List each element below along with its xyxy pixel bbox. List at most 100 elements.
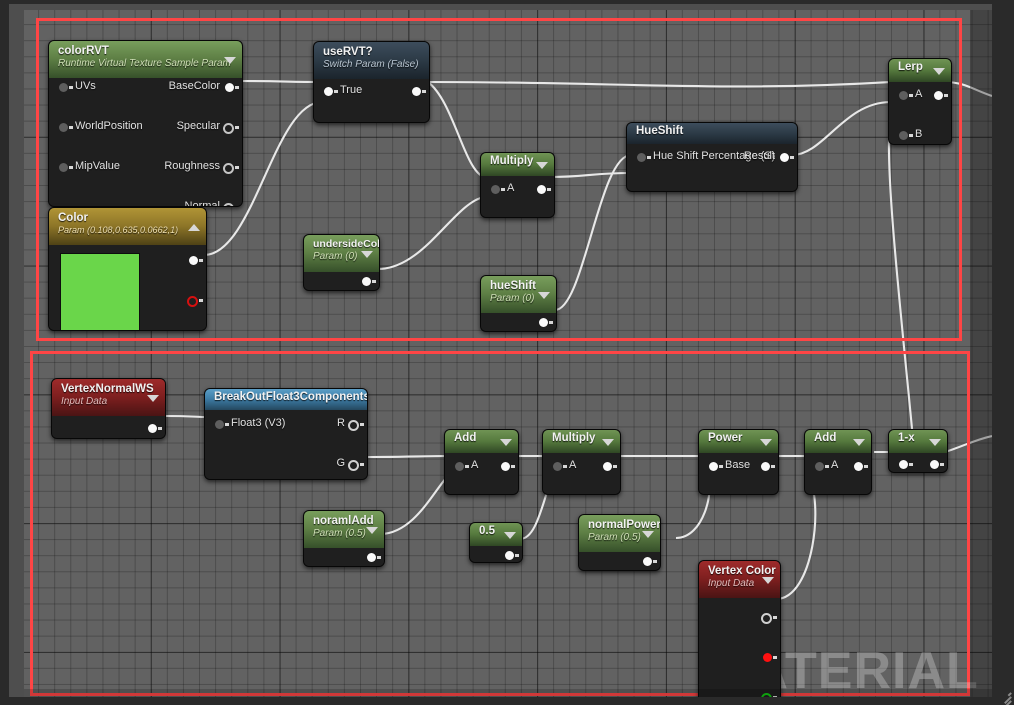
output-pin-basecolor[interactable] [225,83,234,92]
output-pin[interactable] [537,185,546,194]
output-pin[interactable] [761,462,770,471]
output-pin[interactable] [643,557,652,566]
node-color-param[interactable]: Color Param (0.108,0.635,0.0662,1) [48,207,207,331]
node-header[interactable]: normalPower Param (0.5) [579,515,660,552]
node-colorrvt[interactable]: colorRVT Runtime Virtual Texture Sample … [48,40,243,207]
chevron-down-icon[interactable] [366,527,378,534]
pin-nub [199,299,203,302]
input-pin-a[interactable] [553,462,562,471]
chevron-down-icon[interactable] [361,251,373,258]
node-uservt[interactable]: useRVT? Switch Param (False) True False [313,41,430,123]
chevron-down-icon[interactable] [538,292,550,299]
chevron-down-icon[interactable] [602,439,614,446]
output-pin[interactable] [603,462,612,471]
chevron-down-icon[interactable] [536,162,548,169]
node-header[interactable]: hueShift Param (0) [481,276,556,313]
chevron-down-icon[interactable] [760,439,772,446]
node-header[interactable]: Color Param (0.108,0.635,0.0662,1) [49,208,206,245]
node-header[interactable]: 1-x [889,430,947,453]
chevron-up-icon[interactable] [188,224,200,231]
node-multiply-bottom[interactable]: Multiply A B [542,429,621,495]
input-pin-hueshiftpercentage[interactable] [637,153,646,162]
output-pin[interactable] [505,551,514,560]
node-const-half[interactable]: 0.5 [469,522,523,563]
node-header[interactable]: Vertex Color Input Data [699,561,780,598]
input-pin-b[interactable] [899,131,908,140]
node-body [49,245,206,331]
node-noramladd[interactable]: noramlAdd Param (0.5) [303,510,385,567]
output-pin-g[interactable] [348,460,359,471]
node-add-1[interactable]: Add A B [444,429,519,495]
output-pin[interactable] [854,462,863,471]
input-label: UVs [75,80,96,92]
node-header[interactable]: undersideColor Param (0) [304,235,379,272]
node-row: G [205,455,367,475]
output-pin[interactable] [501,462,510,471]
output-pin-result[interactable] [780,153,789,162]
output-pin-r[interactable] [348,420,359,431]
output-pin[interactable] [539,318,548,327]
node-header[interactable]: useRVT? Switch Param (False) [314,42,429,79]
node-multiply-top[interactable]: Multiply A B [480,152,555,218]
input-pin-a[interactable] [455,462,464,471]
input-pin-a[interactable] [491,185,500,194]
chevron-down-icon[interactable] [500,439,512,446]
output-pin[interactable] [930,460,939,469]
node-lerp[interactable]: Lerp A B Alpha [888,58,952,145]
node-header[interactable]: Multiply [543,430,620,453]
output-pin-rgb[interactable] [761,613,772,624]
input-pin-float3[interactable] [215,420,224,429]
input-pin-a[interactable] [899,91,908,100]
graph-canvas[interactable]: MATERIAL colorRVT Runtime Virtual Textur… [24,10,992,697]
node-breakoutfloat3components[interactable]: BreakOutFloat3Components Float3 (V3) R G [204,388,368,480]
chevron-down-icon[interactable] [762,577,774,584]
chevron-down-icon[interactable] [642,531,654,538]
output-pin-rgba[interactable] [189,256,198,265]
node-power[interactable]: Power Base Exp [698,429,779,495]
output-pin[interactable] [367,553,376,562]
node-header[interactable]: colorRVT Runtime Virtual Texture Sample … [49,41,242,78]
resize-grip-icon[interactable] [997,688,1011,702]
node-header[interactable]: Power [699,430,778,453]
chevron-down-icon[interactable] [853,439,865,446]
input-pin-true[interactable] [324,87,333,96]
node-header[interactable]: BreakOutFloat3Components [205,389,367,410]
node-vertexnormalws[interactable]: VertexNormalWS Input Data [51,378,166,439]
output-pin-r[interactable] [187,296,198,307]
node-hueshift[interactable]: HueShift Hue Shift Percentage (S) Result… [626,122,798,192]
node-header[interactable]: Add [805,430,871,453]
output-pin-specular[interactable] [223,123,234,134]
input-pin-mipvalue[interactable] [59,163,68,172]
output-pin-roughness[interactable] [223,163,234,174]
chevron-down-icon[interactable] [929,439,941,446]
node-header[interactable]: Multiply [481,153,554,176]
node-header[interactable]: HueShift [627,123,797,144]
node-hueshift-param[interactable]: hueShift Param (0) [480,275,557,332]
node-header[interactable]: Lerp [889,59,951,82]
output-pin[interactable] [362,277,371,286]
chevron-down-icon[interactable] [224,57,236,64]
input-pin[interactable] [899,460,908,469]
node-header[interactable]: 0.5 [470,523,522,546]
node-add-2[interactable]: Add A B [804,429,872,495]
output-pin[interactable] [412,87,421,96]
output-pin-r[interactable] [763,653,772,662]
node-vertex-color[interactable]: Vertex Color Input Data [698,560,781,697]
input-pin-a[interactable] [815,462,824,471]
input-pin-uvs[interactable] [59,83,68,92]
node-header[interactable]: Add [445,430,518,453]
node-header[interactable]: VertexNormalWS Input Data [52,379,165,416]
node-normalpower[interactable]: normalPower Param (0.5) [578,514,661,571]
node-header[interactable]: noramlAdd Param (0.5) [304,511,384,548]
node-undersidecolor[interactable]: undersideColor Param (0) [303,234,380,291]
input-pin-worldposition[interactable] [59,123,68,132]
chevron-down-icon[interactable] [147,395,159,402]
output-pin[interactable] [148,424,157,433]
output-pin[interactable] [934,91,943,100]
node-one-minus-x[interactable]: 1-x [888,429,948,473]
output-pin-normal[interactable] [223,203,234,207]
chevron-down-icon[interactable] [933,68,945,75]
input-pin-base[interactable] [709,462,718,471]
node-title: normalPower [588,519,638,532]
chevron-down-icon[interactable] [504,532,516,539]
